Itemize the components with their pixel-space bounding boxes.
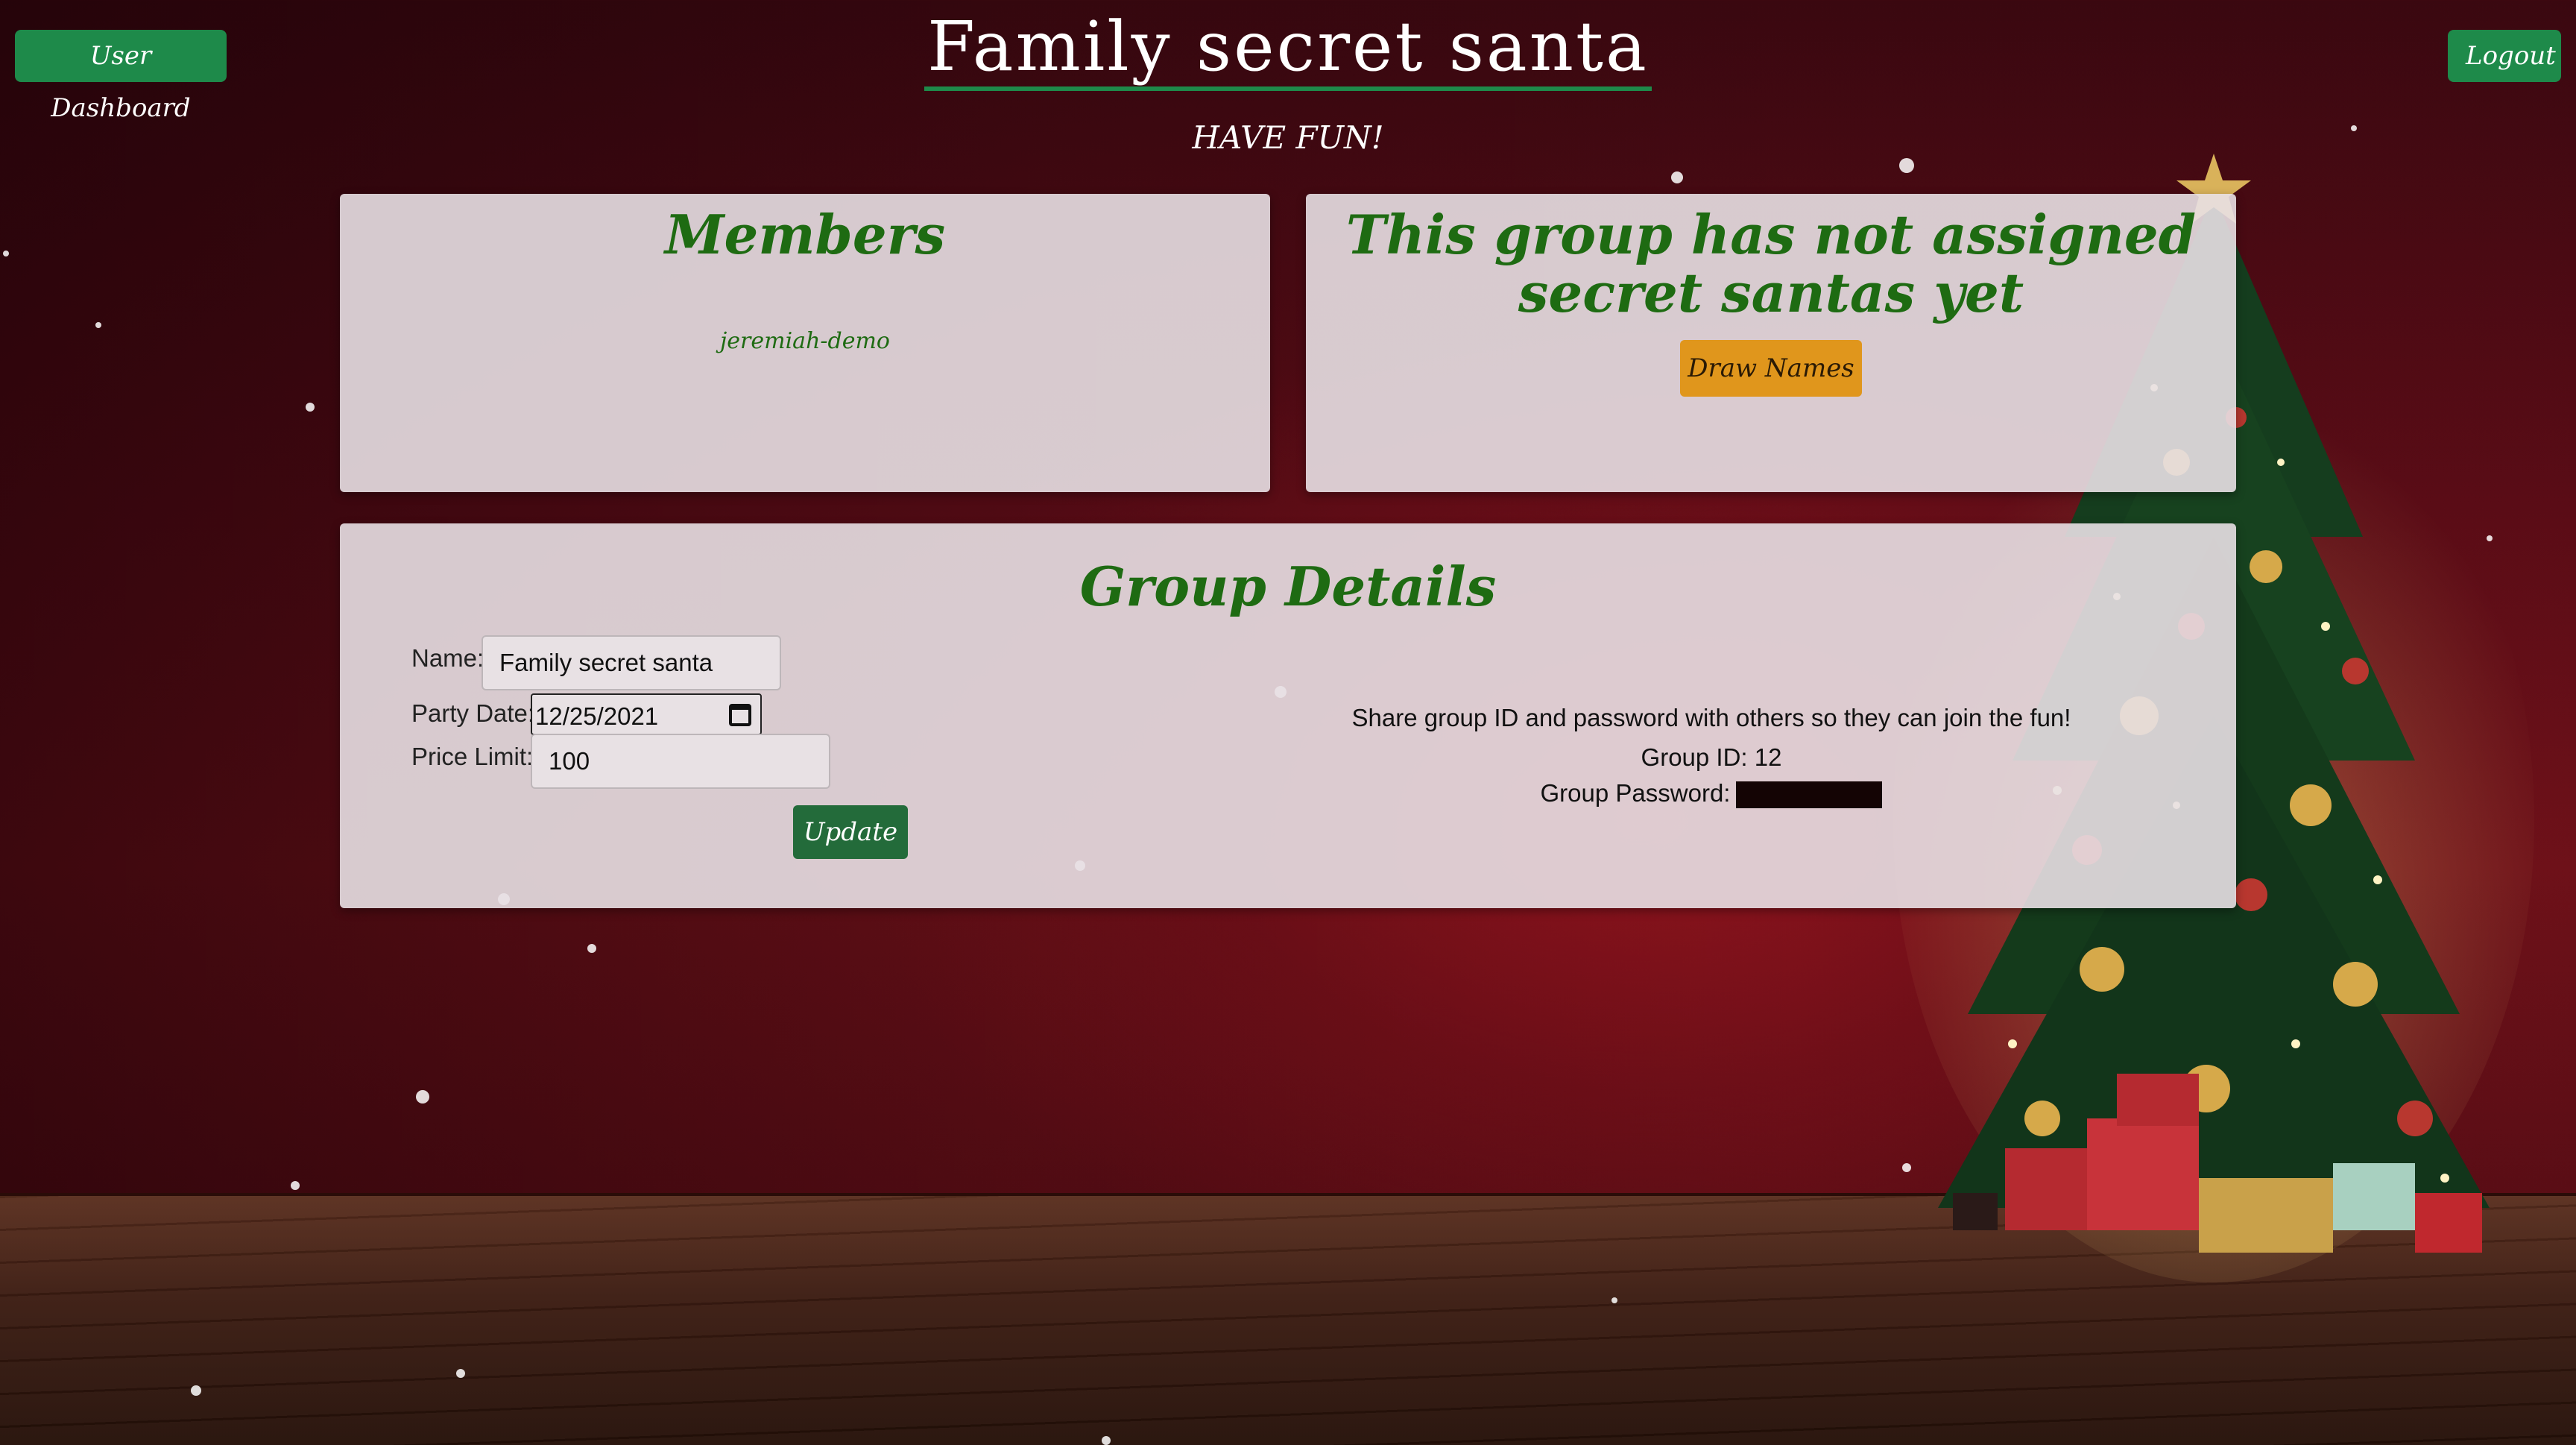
snowflake xyxy=(95,322,101,328)
snowflake xyxy=(456,1369,465,1378)
tagline: HAVE FUN! xyxy=(1192,119,1384,156)
group-details-panel: Group Details Name: Family secret santa … xyxy=(340,523,2236,908)
price-limit-input[interactable]: 100 xyxy=(531,734,830,789)
members-panel: Members jeremiah-demo xyxy=(340,194,1270,492)
group-password-hidden[interactable] xyxy=(1736,781,1883,809)
group-password-row: Group Password: xyxy=(1309,775,2114,811)
group-name-input[interactable]: Family secret santa xyxy=(482,635,781,690)
group-id-text: Group ID: 12 xyxy=(1641,743,1782,771)
snowflake xyxy=(306,403,315,412)
calendar-icon[interactable] xyxy=(729,704,751,726)
secret-santa-panel: This group has not assigned secret santa… xyxy=(1306,194,2236,492)
share-instructions: Share group ID and password with others … xyxy=(1351,704,2071,731)
snowflake xyxy=(291,1181,300,1190)
snowflake xyxy=(1102,1436,1111,1445)
share-info: Share group ID and password with others … xyxy=(1309,696,2114,811)
price-limit-label: Price Limit: xyxy=(411,743,534,770)
party-date-value: 12/25/2021 xyxy=(535,702,659,730)
party-date-input[interactable]: 12/25/2021 xyxy=(531,693,762,735)
snowflake xyxy=(191,1385,201,1396)
snowflake xyxy=(1671,171,1683,183)
snowflake xyxy=(416,1090,429,1104)
group-details-heading: Group Details xyxy=(1079,555,1497,618)
members-heading: Members xyxy=(664,203,946,266)
group-password-label: Group Password: xyxy=(1540,779,1731,807)
snowflake xyxy=(1611,1297,1617,1303)
secret-santa-status-heading: This group has not assigned secret santa… xyxy=(1345,203,2197,324)
site-title: Family secret santa xyxy=(0,6,2576,91)
draw-names-button[interactable]: Draw Names xyxy=(1680,340,1862,397)
member-list-item: jeremiah-demo xyxy=(719,328,890,354)
snowflake xyxy=(3,251,9,256)
party-date-label: Party Date: xyxy=(411,699,535,727)
site-title-text: Family secret santa xyxy=(924,7,1652,91)
snowflake xyxy=(587,944,596,953)
update-button[interactable]: Update xyxy=(793,805,908,859)
name-label: Name: xyxy=(411,644,484,672)
